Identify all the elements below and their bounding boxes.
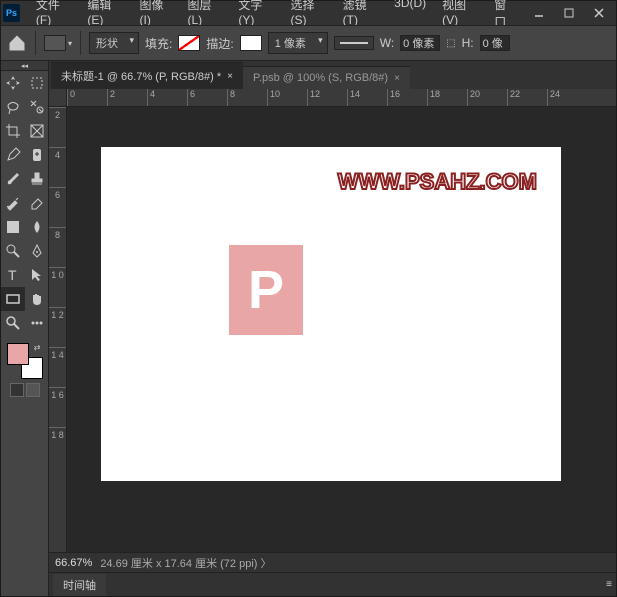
brush-tool[interactable] xyxy=(1,167,25,191)
doc-tab-2[interactable]: P.psb @ 100% (S, RGB/8#) × xyxy=(243,66,410,89)
ruler-tick: 1 2 xyxy=(49,307,66,347)
quick-mask-icon[interactable] xyxy=(10,383,24,397)
path-select-tool[interactable] xyxy=(25,263,49,287)
timeline-tab[interactable]: 时间轴 xyxy=(53,574,106,596)
eraser-tool[interactable] xyxy=(25,191,49,215)
ruler-tick: 1 8 xyxy=(49,427,66,467)
stroke-width-dropdown[interactable]: 1 像素 xyxy=(268,32,328,54)
canvas-container: 024681012141618202224 24681 01 21 41 61 … xyxy=(49,89,616,552)
tab-close-icon[interactable]: × xyxy=(227,71,233,82)
link-wh-icon[interactable]: ⬚ xyxy=(446,38,455,49)
ruler-tick: 12 xyxy=(307,89,347,106)
ruler-tick: 10 xyxy=(267,89,307,106)
doc-dimensions[interactable]: 24.69 厘米 x 17.64 厘米 (72 ppi) 〉 xyxy=(100,555,271,571)
ruler-tick: 1 4 xyxy=(49,347,66,387)
blur-tool[interactable] xyxy=(25,215,49,239)
maximize-btn[interactable] xyxy=(554,3,584,23)
ruler-tick: 2 xyxy=(49,107,66,147)
minimize-btn[interactable] xyxy=(524,3,554,23)
eyedropper-tool[interactable] xyxy=(1,143,25,167)
pen-tool[interactable] xyxy=(25,239,49,263)
ruler-tick: 1 0 xyxy=(49,267,66,307)
crop-tool[interactable] xyxy=(1,119,25,143)
ruler-tick: 20 xyxy=(467,89,507,106)
ruler-tick: 14 xyxy=(347,89,387,106)
ruler-tick: 0 xyxy=(67,89,107,106)
move-tool[interactable] xyxy=(1,71,25,95)
app-window: Ps 文件(F) 编辑(E) 图像(I) 图层(L) 文字(Y) 选择(S) 滤… xyxy=(0,0,617,597)
ps-logo: Ps xyxy=(3,4,20,22)
doc-tab-1[interactable]: 未标题-1 @ 66.7% (P, RGB/8#) * × xyxy=(51,62,243,89)
tab-label: 未标题-1 @ 66.7% (P, RGB/8#) * xyxy=(61,68,221,84)
stamp-tool[interactable] xyxy=(25,167,49,191)
stroke-label: 描边: xyxy=(206,35,233,52)
ruler-tick: 22 xyxy=(507,89,547,106)
document-tabs: 未标题-1 @ 66.7% (P, RGB/8#) * × P.psb @ 10… xyxy=(49,61,616,89)
height-input[interactable] xyxy=(480,35,510,51)
tool-preset[interactable]: ▾ xyxy=(44,35,72,51)
toolbox: ◂◂ T xyxy=(1,61,49,596)
swap-colors-icon[interactable]: ⇄ xyxy=(34,343,41,352)
height-label: H: xyxy=(462,36,474,50)
titlebar: Ps 文件(F) 编辑(E) 图像(I) 图层(L) 文字(Y) 选择(S) 滤… xyxy=(1,1,616,25)
lasso-tool[interactable] xyxy=(1,95,25,119)
more-tools[interactable] xyxy=(25,311,49,335)
document-canvas[interactable]: WWW.PSAHZ.COM P xyxy=(101,147,561,481)
ruler-tick: 18 xyxy=(427,89,467,106)
fill-label: 填充: xyxy=(145,35,172,52)
quick-select-tool[interactable] xyxy=(25,95,49,119)
ruler-tick: 16 xyxy=(387,89,427,106)
text-tool[interactable]: T xyxy=(1,263,25,287)
color-area: ⇄ xyxy=(1,335,48,401)
window-controls xyxy=(524,3,614,23)
ruler-tick: 4 xyxy=(49,147,66,187)
dodge-tool[interactable] xyxy=(1,239,25,263)
zoom-level[interactable]: 66.67% xyxy=(55,557,92,569)
zoom-tool[interactable] xyxy=(1,311,25,335)
canvas-area[interactable]: WWW.PSAHZ.COM P xyxy=(67,107,616,552)
screen-mode-icon[interactable] xyxy=(26,383,40,397)
ruler-tick: 8 xyxy=(49,227,66,267)
ruler-tick: 8 xyxy=(227,89,267,106)
gradient-tool[interactable] xyxy=(1,215,25,239)
width-label: W: xyxy=(380,36,394,50)
ruler-tick: 6 xyxy=(187,89,227,106)
home-icon[interactable] xyxy=(7,33,27,53)
pink-letter-layer: P xyxy=(229,245,303,335)
shape-mode-dropdown[interactable]: 形状 xyxy=(89,32,139,54)
ruler-origin[interactable] xyxy=(49,89,67,107)
status-bar: 66.67% 24.69 厘米 x 17.64 厘米 (72 ppi) 〉 xyxy=(49,552,616,572)
stroke-swatch[interactable] xyxy=(240,35,262,51)
tab-label: P.psb @ 100% (S, RGB/8#) xyxy=(253,72,388,84)
close-btn[interactable] xyxy=(584,3,614,23)
foreground-color[interactable] xyxy=(7,343,29,365)
stroke-style-dropdown[interactable] xyxy=(334,36,374,50)
toolbox-collapse[interactable]: ◂◂ xyxy=(1,61,48,71)
width-input[interactable] xyxy=(400,35,440,51)
options-bar: ▾ 形状 填充: 描边: 1 像素 W: ⬚ H: xyxy=(1,25,616,61)
watermark-text: WWW.PSAHZ.COM xyxy=(338,169,537,195)
rectangle-tool[interactable] xyxy=(1,287,25,311)
fill-swatch[interactable] xyxy=(178,35,200,51)
workspace: 未标题-1 @ 66.7% (P, RGB/8#) * × P.psb @ 10… xyxy=(49,61,616,596)
ruler-tick: 6 xyxy=(49,187,66,227)
ruler-vertical[interactable]: 24681 01 21 41 61 8 xyxy=(49,107,67,552)
ruler-tick: 1 6 xyxy=(49,387,66,427)
panel-menu-icon[interactable]: ≡ xyxy=(606,579,612,590)
ruler-tick: 4 xyxy=(147,89,187,106)
history-brush-tool[interactable] xyxy=(1,191,25,215)
ruler-tick: 2 xyxy=(107,89,147,106)
ruler-horizontal[interactable]: 024681012141618202224 xyxy=(67,89,616,107)
frame-tool[interactable] xyxy=(25,119,49,143)
bottom-panel: 时间轴 ≡ xyxy=(49,572,616,596)
svg-text:T: T xyxy=(8,267,17,283)
artboard-tool[interactable] xyxy=(25,71,49,95)
heal-tool[interactable] xyxy=(25,143,49,167)
tab-close-icon[interactable]: × xyxy=(394,73,400,84)
hand-tool[interactable] xyxy=(25,287,49,311)
ruler-tick: 24 xyxy=(547,89,587,106)
